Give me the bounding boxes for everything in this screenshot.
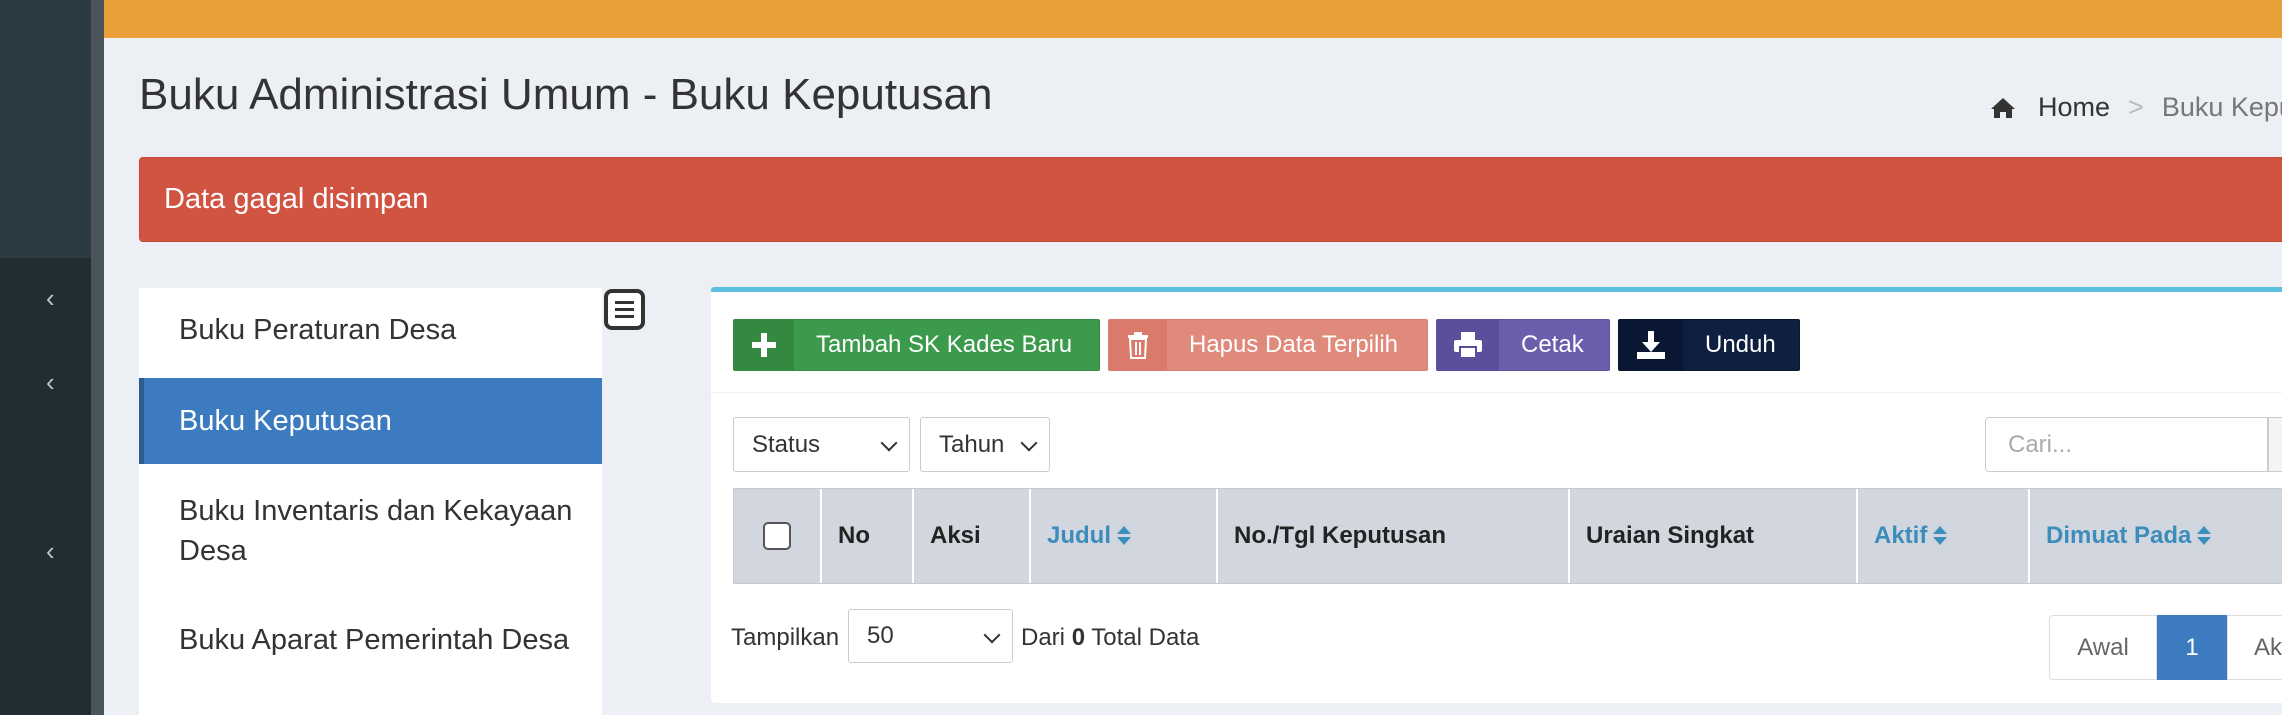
col-judul[interactable]: Judul [1031,489,1218,583]
sort-icon [1117,526,1131,546]
total-count: 0 [1071,624,1086,651]
breadcrumb-current: Buku Kepu [2161,92,2282,122]
download-icon [1619,319,1683,371]
sidebar-expand-chevron-icon[interactable]: ‹ [46,369,55,395]
search-button[interactable] [2268,417,2282,472]
select-all-checkbox[interactable] [763,522,791,550]
col-aktif-label: Aktif [1874,522,1928,549]
breadcrumb-home-link[interactable]: Home [2038,92,2110,123]
tahun-filter-select[interactable]: Tahun [920,417,1050,472]
main-sidebar: ‹ ‹ ‹ [0,0,91,715]
select-all-cell [734,489,822,583]
sort-icon [1933,526,1948,546]
chevron-down-icon [1020,434,1038,452]
print-label: Cetak [1521,331,1584,358]
add-sk-button[interactable]: Tambah SK Kades Baru [733,319,1100,371]
sidebar-expand-chevron-icon[interactable]: ‹ [46,285,55,311]
pagination-page-1[interactable]: 1 [2157,615,2227,680]
printer-icon [1437,319,1499,371]
menu-item-inventaris[interactable]: Buku Inventaris dan Kekayaan Desa [139,491,602,571]
menu-item-keputusan[interactable]: Buku Keputusan [139,378,602,464]
content-box: Tambah SK Kades Baru Hapus Data Terpilih… [711,287,2282,703]
chevron-down-icon [880,434,898,452]
delete-selected-button[interactable]: Hapus Data Terpilih [1108,319,1428,371]
download-label: Unduh [1705,331,1776,358]
buku-menu: Buku Peraturan Desa Buku Keputusan Buku … [139,288,602,715]
sidebar-expand-chevron-icon[interactable]: ‹ [46,538,55,564]
col-aktif[interactable]: Aktif [1858,489,2030,583]
page-length-value: 50 [867,622,894,649]
breadcrumb-separator: > [2128,92,2144,122]
error-alert: Data gagal disimpan [139,157,2282,242]
hamburger-icon-line [615,308,634,311]
total-from-label: Dari [1021,624,1066,651]
hamburger-icon [615,301,634,304]
chevron-down-icon [983,626,1001,644]
total-data-info: Dari 0 Total Data [1021,624,1199,652]
top-navbar [104,0,2282,38]
table-header: No Aksi Judul No./Tgl Keputusan Uraian S… [733,488,2282,584]
col-judul-label: Judul [1047,522,1111,549]
alert-message: Data gagal disimpan [164,183,429,215]
page-length-label: Tampilkan [731,624,840,651]
plus-icon [734,319,794,371]
print-button[interactable]: Cetak [1436,319,1610,371]
pagination-first[interactable]: Awal [2049,615,2157,680]
hamburger-icon-line [615,315,634,318]
col-no: No [822,489,914,583]
status-filter-select[interactable]: Status [733,417,910,472]
sidebar-header [0,0,91,258]
toolbar-divider [711,392,2282,393]
page-title: Buku Administrasi Umum - Buku Keputusan [139,70,993,119]
delete-selected-label: Hapus Data Terpilih [1189,331,1399,358]
menu-item-aparat[interactable]: Buku Aparat Pemerintah Desa [139,620,602,660]
download-button[interactable]: Unduh [1618,319,1800,371]
col-dimuat-label: Dimuat Pada [2046,522,2192,549]
col-dimuat[interactable]: Dimuat Pada [2030,489,2282,583]
sort-icon [2197,526,2212,546]
total-suffix: Total Data [1091,624,1200,651]
pagination-last[interactable]: Ak [2227,615,2282,680]
add-sk-label: Tambah SK Kades Baru [816,331,1073,358]
tahun-filter-value: Tahun [939,430,1005,458]
menu-item-peraturan-desa[interactable]: Buku Peraturan Desa [139,310,602,350]
trash-icon [1109,319,1167,371]
status-filter-value: Status [752,430,821,458]
sidebar-edge [91,0,104,715]
col-aksi: Aksi [914,489,1031,583]
col-uraian: Uraian Singkat [1570,489,1858,583]
home-icon [1991,97,2015,118]
menu-toggle-button[interactable] [604,289,645,330]
page-length-select[interactable]: 50 [848,609,1013,663]
breadcrumb: Home > Buku Kepu [1990,92,2282,123]
search-input[interactable]: Cari... [1985,417,2268,472]
col-no-tgl: No./Tgl Keputusan [1218,489,1570,583]
